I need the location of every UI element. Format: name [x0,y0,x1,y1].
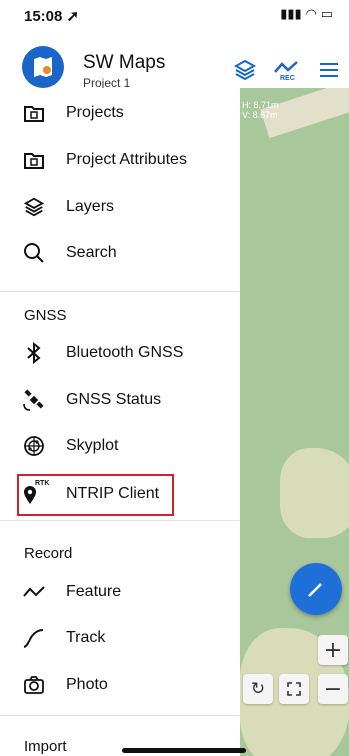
app-logo-icon [22,46,64,88]
menu-icon[interactable] [317,58,341,82]
menu-item-label: Bluetooth GNSS [66,344,184,361]
folder-icon [22,101,46,125]
menu-item-label: Projects [66,104,124,121]
rotate-icon[interactable]: ↻ [243,674,273,704]
app-title: SW Maps [83,52,166,73]
layers-icon[interactable] [233,58,257,82]
home-indicator[interactable] [122,748,246,753]
accuracy-vertical: V: 8.67m [242,110,278,120]
divider [0,291,240,292]
menu-item-projects[interactable]: Projects [0,90,240,136]
skyplot-icon [22,434,46,458]
section-header-gnss: GNSS [24,307,67,324]
accuracy-readout: H: 8.71m V: 8.67m [242,100,279,120]
status-indicators: ▮▮▮ ◠ ▭ [280,7,333,22]
edit-fab-button[interactable] [290,563,342,615]
feature-line-icon [22,580,46,604]
track-icon [22,626,46,650]
menu-item-layers[interactable]: Layers [0,184,240,230]
menu-item-label: Feature [66,583,122,600]
search-icon [22,241,46,265]
menu-item-photo[interactable]: Photo [0,662,240,708]
fullscreen-icon[interactable] [279,674,309,704]
satellite-icon [22,388,46,412]
menu-item-label: Project Attributes [66,151,187,168]
zoom-in-button[interactable]: + [318,635,348,665]
menu-item-search[interactable]: Search [0,230,240,276]
app-header: SW Maps Project 1 REC [0,28,349,90]
status-bar: 15:08 ➚ ▮▮▮ ◠ ▭ [0,0,349,28]
folder-icon [22,148,46,172]
menu-item-label: Photo [66,676,108,693]
zoom-out-button[interactable]: − [318,674,348,704]
status-time: 15:08 ➚ [24,8,80,25]
section-header-record: Record [24,545,73,562]
rec-label: REC [280,75,295,82]
menu-item-label: GNSS Status [66,391,162,408]
menu-item-skyplot[interactable]: Skyplot [0,423,240,469]
section-header-import: Import [24,738,67,755]
record-track-button[interactable]: REC [272,58,302,82]
ntrip-client-highlight [17,474,174,516]
menu-item-feature[interactable]: Feature [0,569,240,615]
menu-item-label: Search [66,244,117,261]
menu-item-label: Track [66,629,106,646]
layers-icon [22,195,46,219]
accuracy-horizontal: H: 8.71m [242,100,279,110]
menu-item-gnss-status[interactable]: GNSS Status [0,377,240,423]
bluetooth-icon [22,341,46,365]
menu-item-label: Layers [66,198,115,215]
menu-item-label: Skyplot [66,437,119,454]
navigation-drawer: Projects Project Attributes Layers Searc… [0,88,240,756]
menu-item-project-attributes[interactable]: Project Attributes [0,137,240,183]
map-terrain [280,448,349,538]
menu-item-bluetooth-gnss[interactable]: Bluetooth GNSS [0,330,240,376]
divider [0,520,240,521]
menu-item-track[interactable]: Track [0,615,240,661]
camera-icon [22,673,46,697]
divider [0,715,240,716]
